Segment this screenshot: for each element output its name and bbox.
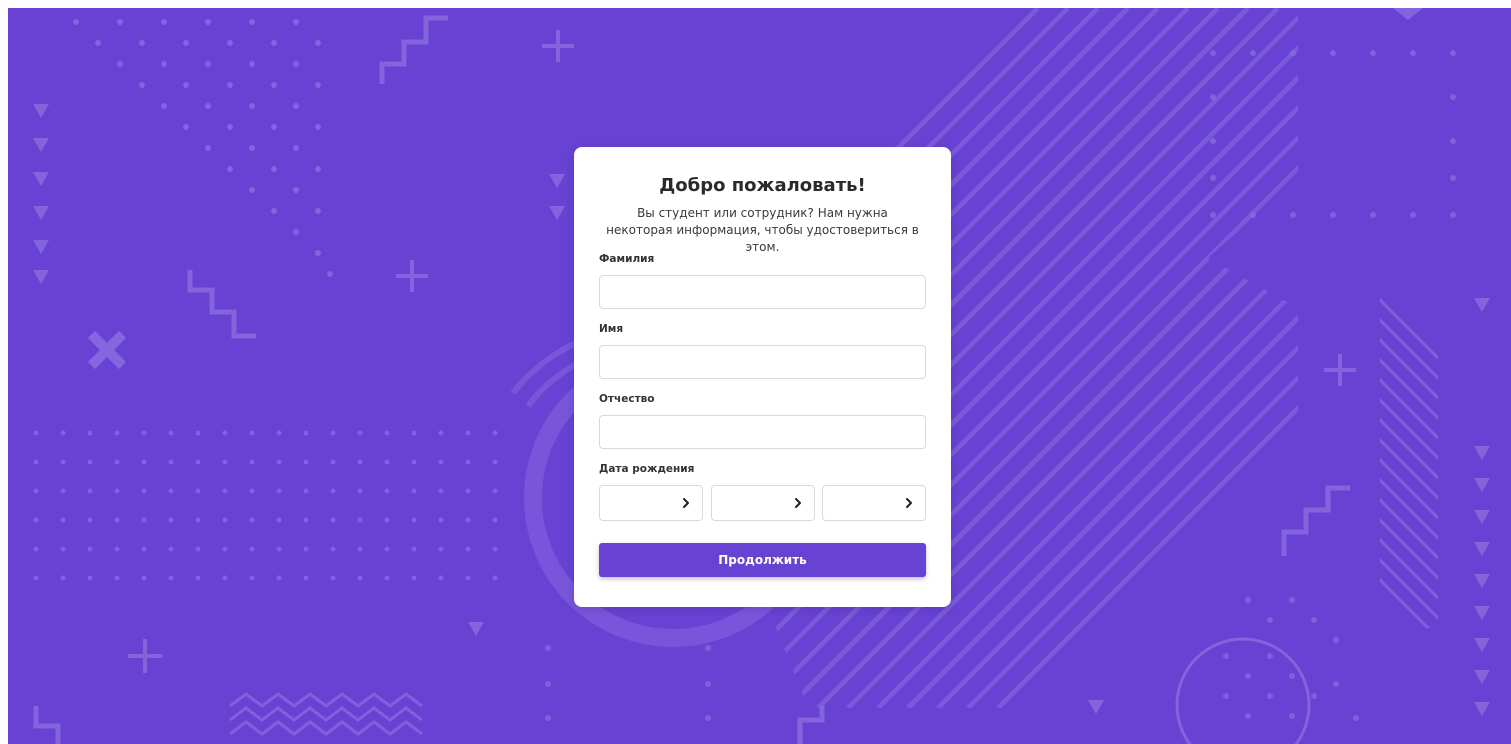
chevron-right-icon (794, 498, 801, 508)
page-background: Добро пожаловать! Вы студент или сотрудн… (8, 8, 1511, 744)
first-name-label: Имя (599, 323, 624, 335)
dot-grid-top-left (73, 19, 333, 277)
dot-grid-middle-left (33, 430, 498, 581)
birth-date-selects (599, 485, 926, 521)
birth-date-group: Дата рождения (599, 463, 926, 521)
patronymic-label: Отчество (599, 393, 655, 405)
dot-grid-bottom (545, 597, 1359, 721)
birth-day-select[interactable] (599, 485, 703, 521)
hatch-box-pattern (1380, 298, 1438, 628)
cross-shape (87, 330, 127, 370)
triangle-column-right (1474, 298, 1490, 716)
page-subtitle: Вы студент или сотрудник? Нам нужна неко… (606, 206, 919, 254)
patronymic-input[interactable] (599, 415, 926, 449)
chevron-right-icon (683, 498, 689, 508)
last-name-input[interactable] (599, 275, 926, 309)
zigzag-shape (229, 692, 423, 736)
continue-button[interactable]: Продолжить (599, 543, 926, 577)
registration-card: Добро пожаловать! Вы студент или сотрудн… (574, 147, 951, 607)
birth-year-select[interactable] (822, 485, 926, 521)
first-name-input[interactable] (599, 345, 926, 379)
dot-grid-right (1210, 50, 1456, 218)
birth-month-select[interactable] (710, 485, 815, 521)
patronymic-group: Отчество (599, 393, 926, 449)
last-name-group: Фамилия (599, 253, 926, 309)
small-ring (1175, 637, 1311, 744)
page-title: Добро пожаловать! (659, 175, 866, 196)
first-name-group: Имя (599, 323, 926, 379)
last-name-label: Фамилия (599, 253, 655, 265)
chevron-right-icon (906, 498, 912, 508)
birth-date-label: Дата рождения (599, 463, 695, 475)
